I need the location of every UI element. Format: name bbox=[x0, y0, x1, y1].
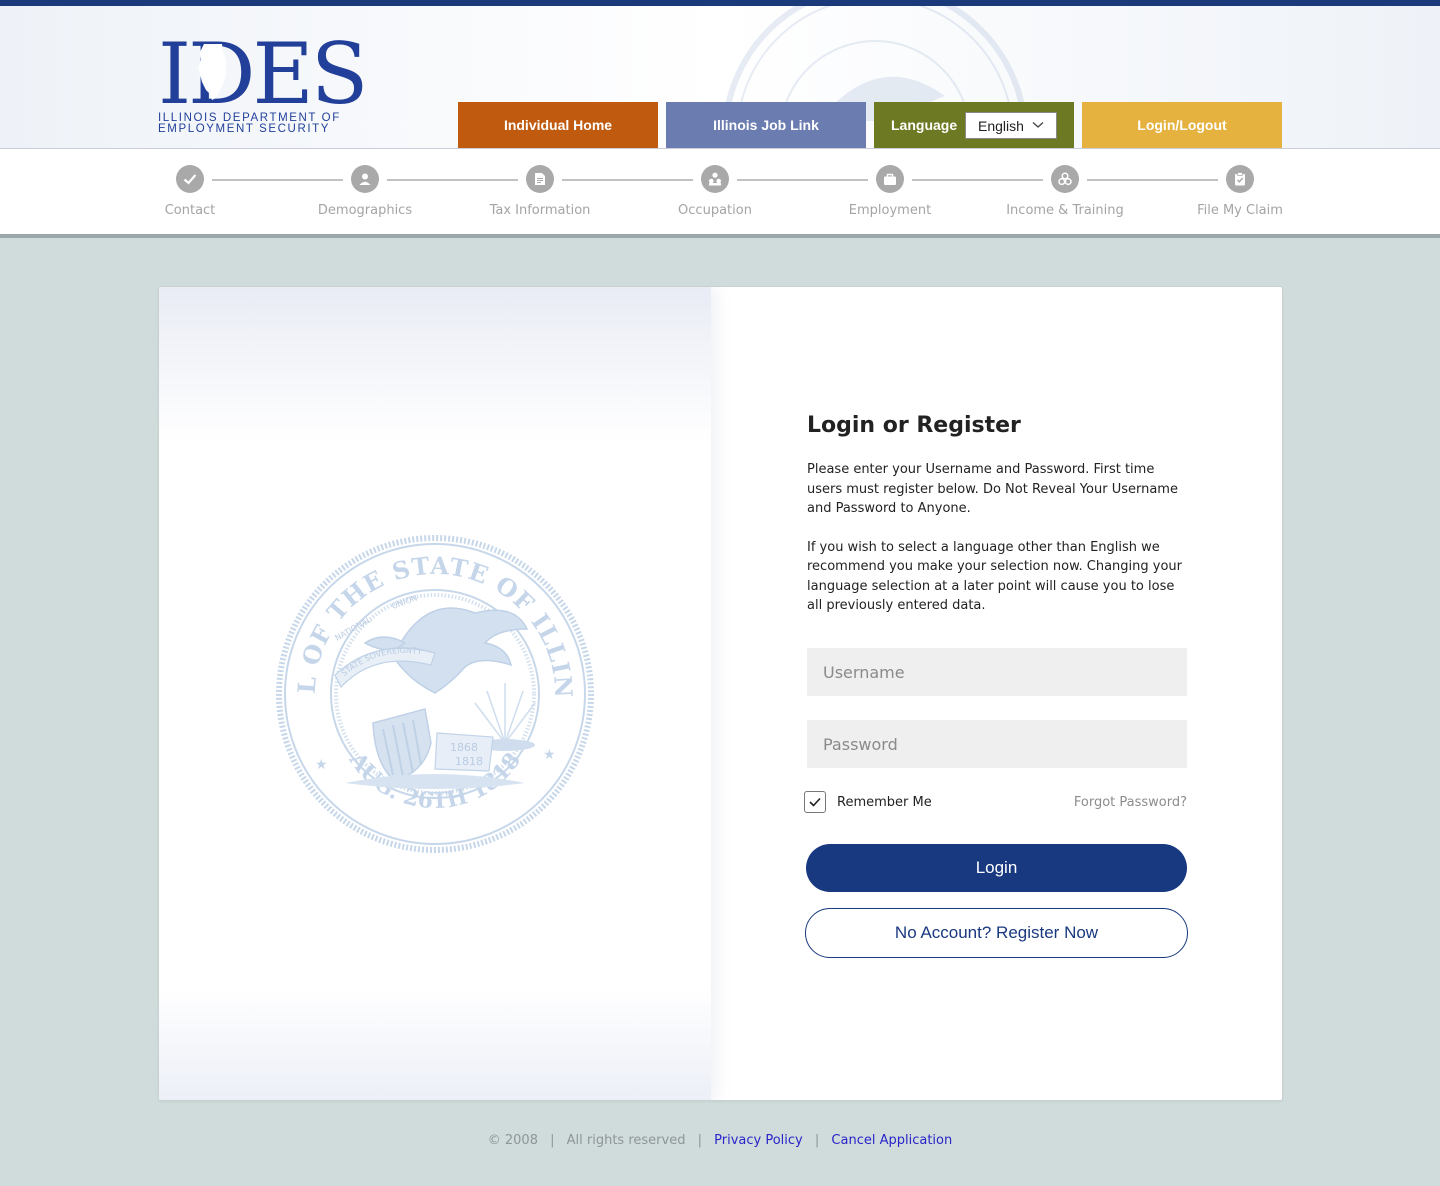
site-header: IDES ILLINOIS DEPARTMENT OF EMPLOYMENT S… bbox=[0, 6, 1440, 148]
register-button[interactable]: No Account? Register Now bbox=[805, 908, 1188, 958]
illinois-state-icon bbox=[198, 44, 226, 100]
step-label: Contact bbox=[164, 203, 216, 218]
remember-me-label: Remember Me bbox=[837, 794, 932, 810]
footer-separator: | bbox=[697, 1133, 702, 1148]
illinois-job-link-button[interactable]: Illinois Job Link bbox=[666, 102, 866, 148]
step-employment[interactable]: Employment bbox=[810, 165, 970, 218]
svg-text:★: ★ bbox=[315, 757, 328, 773]
step-label: Demographics bbox=[317, 203, 413, 218]
language-warning-paragraph: If you wish to select a language other t… bbox=[807, 539, 1183, 614]
form-title: Login or Register bbox=[807, 413, 1021, 438]
step-label: Occupation bbox=[678, 203, 752, 218]
password-input[interactable] bbox=[807, 720, 1187, 768]
step-contact[interactable]: Contact bbox=[110, 165, 270, 218]
remember-me-checkbox[interactable] bbox=[804, 791, 826, 813]
stepper-divider bbox=[0, 234, 1440, 238]
step-label: File My Claim bbox=[1197, 203, 1283, 218]
step-demographics[interactable]: Demographics bbox=[285, 165, 445, 218]
instructions-paragraph: Please enter your Username and Password.… bbox=[807, 462, 1178, 516]
individual-home-button[interactable]: Individual Home bbox=[458, 102, 658, 148]
login-card: SEAL OF THE STATE OF ILLINOIS AUG. 26TH … bbox=[158, 286, 1283, 1101]
copyright-text: © 2008 bbox=[487, 1133, 538, 1148]
logo-subtitle-line2: EMPLOYMENT SECURITY bbox=[158, 123, 331, 135]
seal-year-1818: 1818 bbox=[455, 755, 483, 768]
seal-union-text: UNION bbox=[391, 593, 419, 611]
chevron-down-icon bbox=[1032, 122, 1044, 128]
language-selected-value: English bbox=[978, 117, 1024, 134]
step-income-training[interactable]: Income & Training bbox=[985, 165, 1145, 218]
footer-separator: | bbox=[814, 1133, 820, 1148]
coins-icon bbox=[1051, 165, 1079, 193]
footer-separator: | bbox=[550, 1133, 555, 1148]
step-label: Income & Training bbox=[1006, 203, 1124, 218]
ides-logo[interactable]: IDES ILLINOIS DEPARTMENT OF EMPLOYMENT S… bbox=[158, 25, 368, 140]
person-icon bbox=[351, 165, 379, 193]
login-form: Login or Register Please enter your User… bbox=[804, 413, 1189, 958]
checkmark-icon bbox=[809, 797, 821, 807]
username-input[interactable] bbox=[807, 648, 1187, 696]
step-label: Employment bbox=[848, 203, 932, 218]
language-selector: Language English bbox=[874, 102, 1074, 148]
remember-me[interactable]: Remember Me bbox=[804, 791, 932, 813]
svg-text:★: ★ bbox=[543, 747, 556, 763]
seal-year-1868: 1868 bbox=[450, 741, 478, 754]
progress-stepper: Contact Demographics Tax Information Occ… bbox=[0, 148, 1440, 234]
step-tax-information[interactable]: Tax Information bbox=[460, 165, 620, 218]
document-icon bbox=[526, 165, 554, 193]
forgot-password-link[interactable]: Forgot Password? bbox=[1074, 795, 1187, 810]
rights-text: All rights reserved bbox=[566, 1133, 686, 1148]
illinois-seal-image: SEAL OF THE STATE OF ILLINOIS AUG. 26TH … bbox=[275, 533, 594, 853]
check-icon bbox=[176, 165, 204, 193]
privacy-policy-link[interactable]: Privacy Policy bbox=[714, 1133, 803, 1148]
briefcase-icon bbox=[876, 165, 904, 193]
step-file-my-claim[interactable]: File My Claim bbox=[1160, 165, 1320, 218]
footer: © 2008 | All rights reserved | Privacy P… bbox=[0, 1133, 1440, 1148]
login-logout-button[interactable]: Login/Logout bbox=[1082, 102, 1282, 148]
people-icon bbox=[701, 165, 729, 193]
cancel-application-link[interactable]: Cancel Application bbox=[831, 1133, 952, 1148]
login-button[interactable]: Login bbox=[806, 844, 1187, 892]
language-label: Language bbox=[891, 117, 958, 133]
logo-wordmark: IDES bbox=[158, 25, 368, 123]
step-label: Tax Information bbox=[489, 203, 591, 218]
language-dropdown[interactable]: English bbox=[965, 112, 1057, 139]
step-occupation[interactable]: Occupation bbox=[635, 165, 795, 218]
clipboard-check-icon bbox=[1226, 165, 1254, 193]
seal-panel: SEAL OF THE STATE OF ILLINOIS AUG. 26TH … bbox=[159, 287, 711, 1100]
